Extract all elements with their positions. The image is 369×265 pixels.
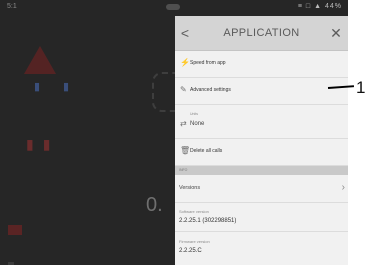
panel-header: < APPLICATION ✕ xyxy=(175,16,348,51)
units-icon: ⇄ xyxy=(180,119,187,128)
software-version-item: Software version 2.2.25.1 (302298851) xyxy=(175,203,348,232)
software-version-label: Software version xyxy=(179,209,209,214)
units-value: None xyxy=(190,121,205,127)
background-warning-icon xyxy=(24,46,56,74)
versions-label: Versions xyxy=(179,185,201,191)
speed-from-app-item[interactable]: ⚡ Speed from app xyxy=(175,51,348,78)
speed-icon: ⚡ xyxy=(180,58,190,67)
status-bar: 5:1 ≡ □ ▲ 44% xyxy=(0,0,348,16)
trash-icon: 🗑 xyxy=(180,146,191,155)
background-app: ▮ ▮ ▮▮ 0. xyxy=(0,16,196,265)
background-marker-icon: ▮ xyxy=(63,81,70,93)
units-sublabel: Units xyxy=(190,112,198,116)
chevron-right-icon: › xyxy=(341,182,345,193)
panel-title: APPLICATION xyxy=(223,27,300,39)
close-button[interactable]: ✕ xyxy=(328,25,344,41)
firmware-version-item: Firmware version 2.2.25.C xyxy=(175,232,348,265)
delete-all-calls-label: Delete all calls xyxy=(190,148,223,154)
advanced-settings-label: Advanced settings xyxy=(190,87,231,93)
background-marker-icon: ▮ xyxy=(34,81,41,93)
background-alert-icon xyxy=(8,225,22,235)
status-notch xyxy=(166,4,180,10)
status-icons: ≡ □ ▲ 44% xyxy=(297,3,342,10)
wrench-icon: ✎ xyxy=(180,85,187,94)
firmware-version-label: Firmware version xyxy=(179,239,210,244)
callout-number: 1 xyxy=(356,78,366,97)
delete-all-calls-item[interactable]: 🗑 Delete all calls xyxy=(175,139,348,166)
speed-from-app-label: Speed from app xyxy=(190,60,226,66)
advanced-settings-item[interactable]: ✎ Advanced settings xyxy=(175,78,348,105)
application-settings-panel: < APPLICATION ✕ ⚡ Speed from app ✎ Advan… xyxy=(175,16,348,265)
background-bars-icon: ▮▮ xyxy=(26,136,60,152)
units-item[interactable]: Units ⇄ None xyxy=(175,105,348,139)
background-readout: 0. xyxy=(146,194,163,216)
software-version-value: 2.2.25.1 (302298851) xyxy=(179,218,237,224)
versions-item[interactable]: Versions › xyxy=(175,176,348,203)
device-screen: 5:1 ≡ □ ▲ 44% ▮ ▮ ▮▮ 0. < APPLICATION ✕ … xyxy=(0,0,348,265)
status-time: 5:1 xyxy=(7,3,17,10)
info-section-header: INFO xyxy=(175,166,348,175)
firmware-version-value: 2.2.25.C xyxy=(179,248,202,254)
info-section-label: INFO xyxy=(179,168,188,172)
